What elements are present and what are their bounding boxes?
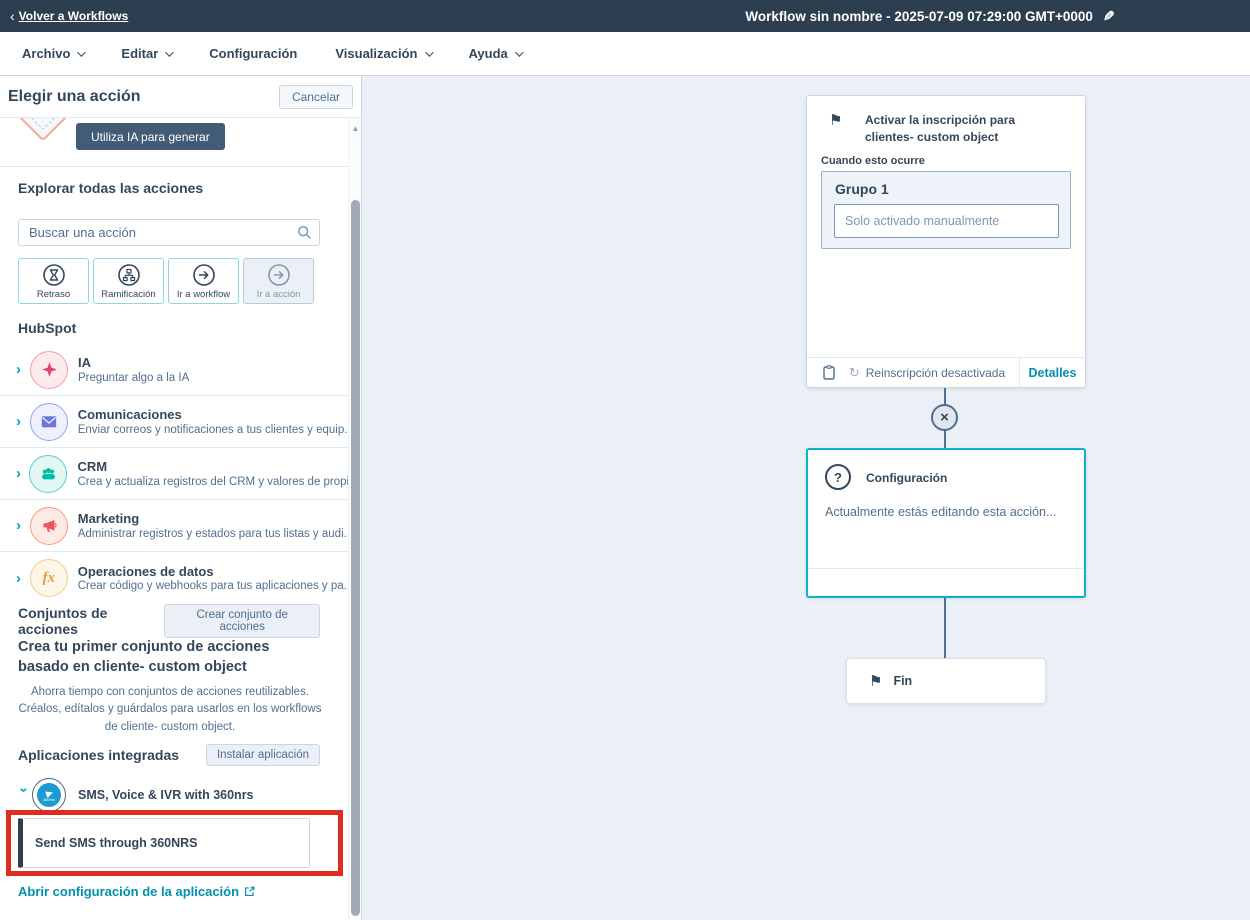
goto-workflow-button[interactable]: Ir a workflow — [168, 258, 239, 304]
trigger-footer: ↻ Reinscripción desactivada Detalles — [807, 357, 1085, 387]
top-bar: ‹ Volver a Workflows Workflow sin nombre… — [0, 0, 1250, 32]
configuration-node-card[interactable]: ? Configuración Actualmente estás editan… — [806, 448, 1086, 598]
menu-visualizacion[interactable]: Visualización — [335, 46, 430, 61]
trigger-group-box: Grupo 1 Solo activado manualmente — [821, 171, 1071, 249]
workflow-title: Workflow sin nombre - 2025-07-09 07:29:0… — [745, 9, 1093, 24]
quick-action-buttons: Retraso Ramificación Ir a workflow Ir a … — [18, 258, 314, 304]
menu-bar: Archivo Editar Configuración Visualizaci… — [0, 32, 1250, 76]
search-icon — [297, 225, 312, 240]
scrollbar-thumb[interactable] — [351, 200, 360, 916]
back-link-label: Volver a Workflows — [19, 9, 129, 23]
workflow-title-bar: Workflow sin nombre - 2025-07-09 07:29:0… — [690, 8, 1170, 25]
hubspot-heading: HubSpot — [18, 320, 76, 336]
chevron-right-icon: › — [16, 361, 30, 378]
trigger-filter-value: Solo activado manualmente — [834, 204, 1059, 238]
category-comunicaciones[interactable]: › ComunicacionesEnviar correos y notific… — [0, 396, 348, 448]
divider — [808, 568, 1084, 569]
chevron-down-icon: › — [16, 787, 33, 803]
external-link-icon — [244, 886, 255, 897]
create-action-set-button[interactable]: Crear conjunto de acciones — [164, 604, 320, 638]
people-icon — [29, 455, 67, 493]
delay-button[interactable]: Retraso — [18, 258, 89, 304]
chevron-right-icon: › — [16, 465, 29, 482]
envelope-icon — [30, 403, 68, 441]
chevron-right-icon: › — [16, 413, 30, 430]
app-360nrs-row[interactable]: › ▶360nrs SMS, Voice & IVR with 360nrs — [16, 778, 254, 812]
hourglass-icon — [42, 263, 66, 287]
search-input[interactable] — [18, 219, 320, 246]
details-link[interactable]: Detalles — [1019, 358, 1085, 387]
menu-ayuda[interactable]: Ayuda — [469, 46, 521, 61]
app-360nrs-logo-icon: ▶360nrs — [32, 778, 66, 812]
ai-illustration — [10, 118, 75, 142]
flag-icon: ⚑ — [869, 672, 882, 690]
menu-editar[interactable]: Editar — [121, 46, 171, 61]
action-search — [18, 219, 320, 246]
send-sms-action-label: Send SMS through 360NRS — [35, 836, 198, 850]
back-to-workflows-link[interactable]: ‹ Volver a Workflows — [10, 8, 128, 24]
action-panel-header: Elegir una acción Cancelar — [0, 76, 361, 118]
action-sets-promo-body: Ahorra tiempo con conjuntos de acciones … — [16, 684, 324, 736]
menu-configuracion[interactable]: Configuración — [209, 46, 297, 61]
edit-pencil-icon[interactable]: ✎ — [1103, 8, 1115, 25]
clipboard-icon[interactable] — [823, 365, 835, 380]
category-marketing[interactable]: › MarketingAdministrar registros y estad… — [0, 500, 348, 552]
branch-button[interactable]: Ramificación — [93, 258, 164, 304]
arrow-right-icon — [192, 263, 216, 287]
remove-connector-button[interactable]: × — [931, 404, 958, 431]
action-sets-promo-title: Crea tu primer conjunto de acciones basa… — [18, 638, 320, 677]
chevron-right-icon: › — [16, 517, 30, 534]
annotation-highlight-box: Send SMS through 360NRS — [6, 810, 343, 876]
integrated-apps-heading: Aplicaciones integradas — [18, 747, 179, 763]
panel-title: Elegir una acción — [8, 88, 140, 106]
chevron-down-icon — [78, 48, 86, 56]
arrow-right-icon — [267, 263, 291, 287]
connector-line — [944, 598, 946, 658]
chevron-left-icon: ‹ — [10, 8, 15, 24]
refresh-icon: ↻ — [849, 365, 860, 381]
install-app-button[interactable]: Instalar aplicación — [206, 744, 320, 766]
chevron-down-icon — [165, 48, 173, 56]
branch-icon — [117, 263, 141, 287]
chevron-down-icon — [425, 48, 433, 56]
cancel-button[interactable]: Cancelar — [279, 85, 353, 109]
action-sets-row: Conjuntos de acciones Crear conjunto de … — [18, 604, 320, 638]
end-label: Fin — [893, 674, 912, 688]
trigger-title: Activar la inscripción para clientes- cu… — [865, 112, 1067, 147]
chevron-right-icon: › — [16, 570, 30, 587]
workflow-canvas[interactable]: ⚑ Activar la inscripción para clientes- … — [362, 76, 1250, 920]
send-sms-action-card[interactable]: Send SMS through 360NRS — [18, 818, 310, 868]
trigger-node-card[interactable]: ⚑ Activar la inscripción para clientes- … — [806, 95, 1086, 388]
fx-icon: fx — [30, 559, 68, 597]
action-panel-scroll-content: Utiliza IA para generar Explorar todas l… — [0, 118, 348, 920]
end-node-card[interactable]: ⚑ Fin — [846, 658, 1046, 704]
category-list: › IAPreguntar algo a la IA › Comunicacio… — [0, 344, 348, 604]
category-operaciones-de-datos[interactable]: › fx Operaciones de datosCrear código y … — [0, 552, 348, 604]
sidebar-scrollbar: ▲ — [348, 118, 361, 920]
action-panel: Elegir una acción Cancelar Utiliza IA pa… — [0, 76, 362, 920]
configuration-title: Configuración — [866, 471, 947, 485]
reenrollment-status: ↻ Reinscripción desactivada — [835, 365, 1019, 381]
when-this-occurs-label: Cuando esto ocurre — [821, 155, 925, 167]
use-ai-button[interactable]: Utiliza IA para generar — [76, 123, 225, 150]
chevron-down-icon — [515, 48, 523, 56]
group-title: Grupo 1 — [835, 181, 889, 197]
action-sets-heading: Conjuntos de acciones — [18, 605, 164, 637]
category-crm[interactable]: › CRMCrea y actualiza registros del CRM … — [0, 448, 348, 500]
sparkle-icon — [30, 351, 68, 389]
question-mark-icon: ? — [825, 464, 851, 490]
flag-icon: ⚑ — [829, 111, 842, 129]
divider — [0, 166, 348, 167]
configuration-body: Actualmente estás editando esta acción..… — [825, 505, 1056, 519]
app-360nrs-name: SMS, Voice & IVR with 360nrs — [78, 788, 254, 802]
category-ia[interactable]: › IAPreguntar algo a la IA — [0, 344, 348, 396]
open-app-settings-link[interactable]: Abrir configuración de la aplicación — [18, 884, 255, 899]
goto-action-button: Ir a acción — [243, 258, 314, 304]
menu-archivo[interactable]: Archivo — [22, 46, 83, 61]
explore-actions-heading: Explorar todas las acciones — [18, 180, 203, 196]
scrollbar-up-arrow[interactable]: ▲ — [350, 124, 361, 133]
integrated-apps-row: Aplicaciones integradas Instalar aplicac… — [18, 744, 320, 766]
megaphone-icon — [30, 507, 68, 545]
